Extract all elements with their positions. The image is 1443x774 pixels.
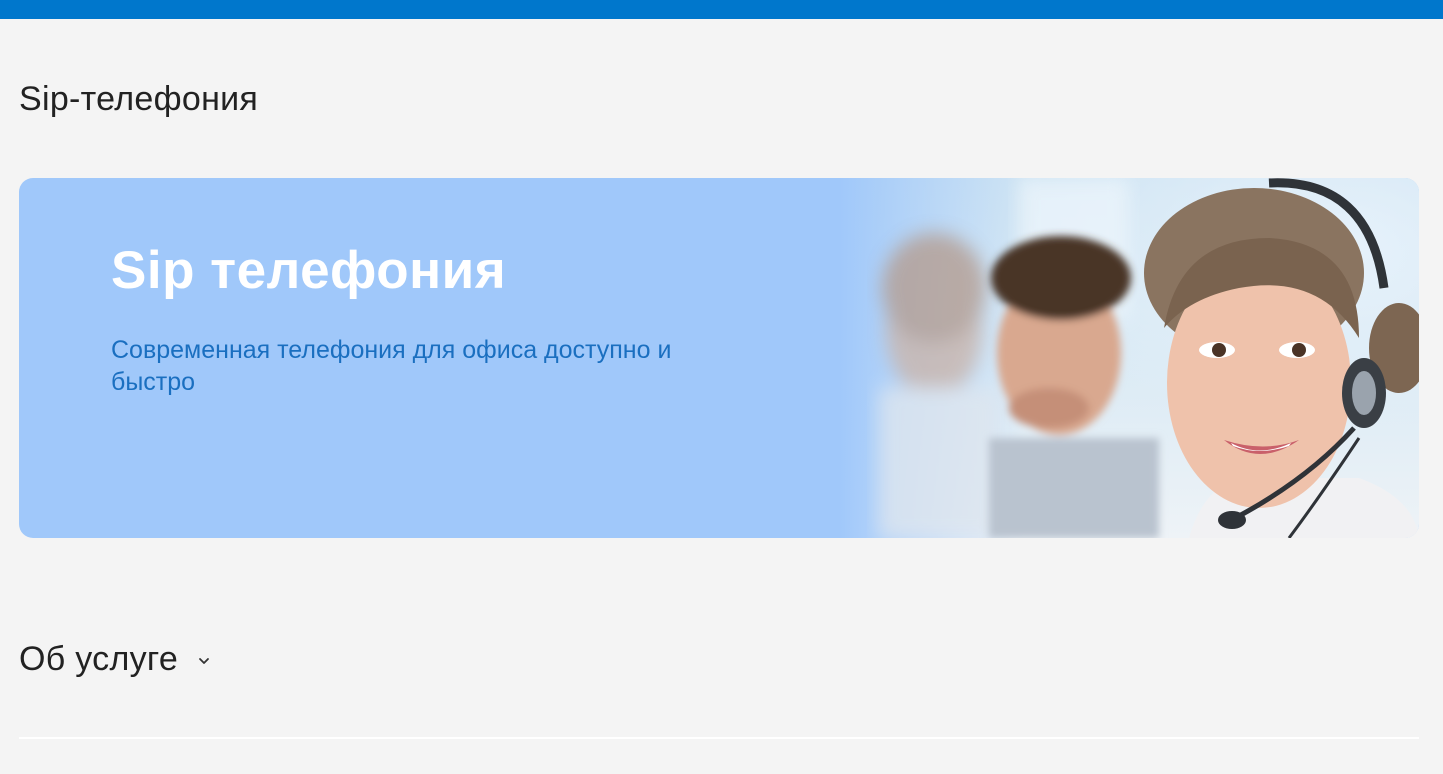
chevron-down-icon [198,654,210,666]
page-title: Sip-телефония [19,80,259,118]
section-title: Об услуге [19,640,179,678]
top-bar [0,0,1443,19]
call-center-photo [839,178,1419,538]
banner-subtitle: Современная телефония для офиса доступно… [111,336,672,396]
banner-heading: Sip телефония [111,241,507,300]
about-service-toggle[interactable]: Об услуге [19,640,210,679]
hero-banner: Sip телефония Современная телефония для … [19,178,1419,538]
section-divider [19,737,1419,739]
